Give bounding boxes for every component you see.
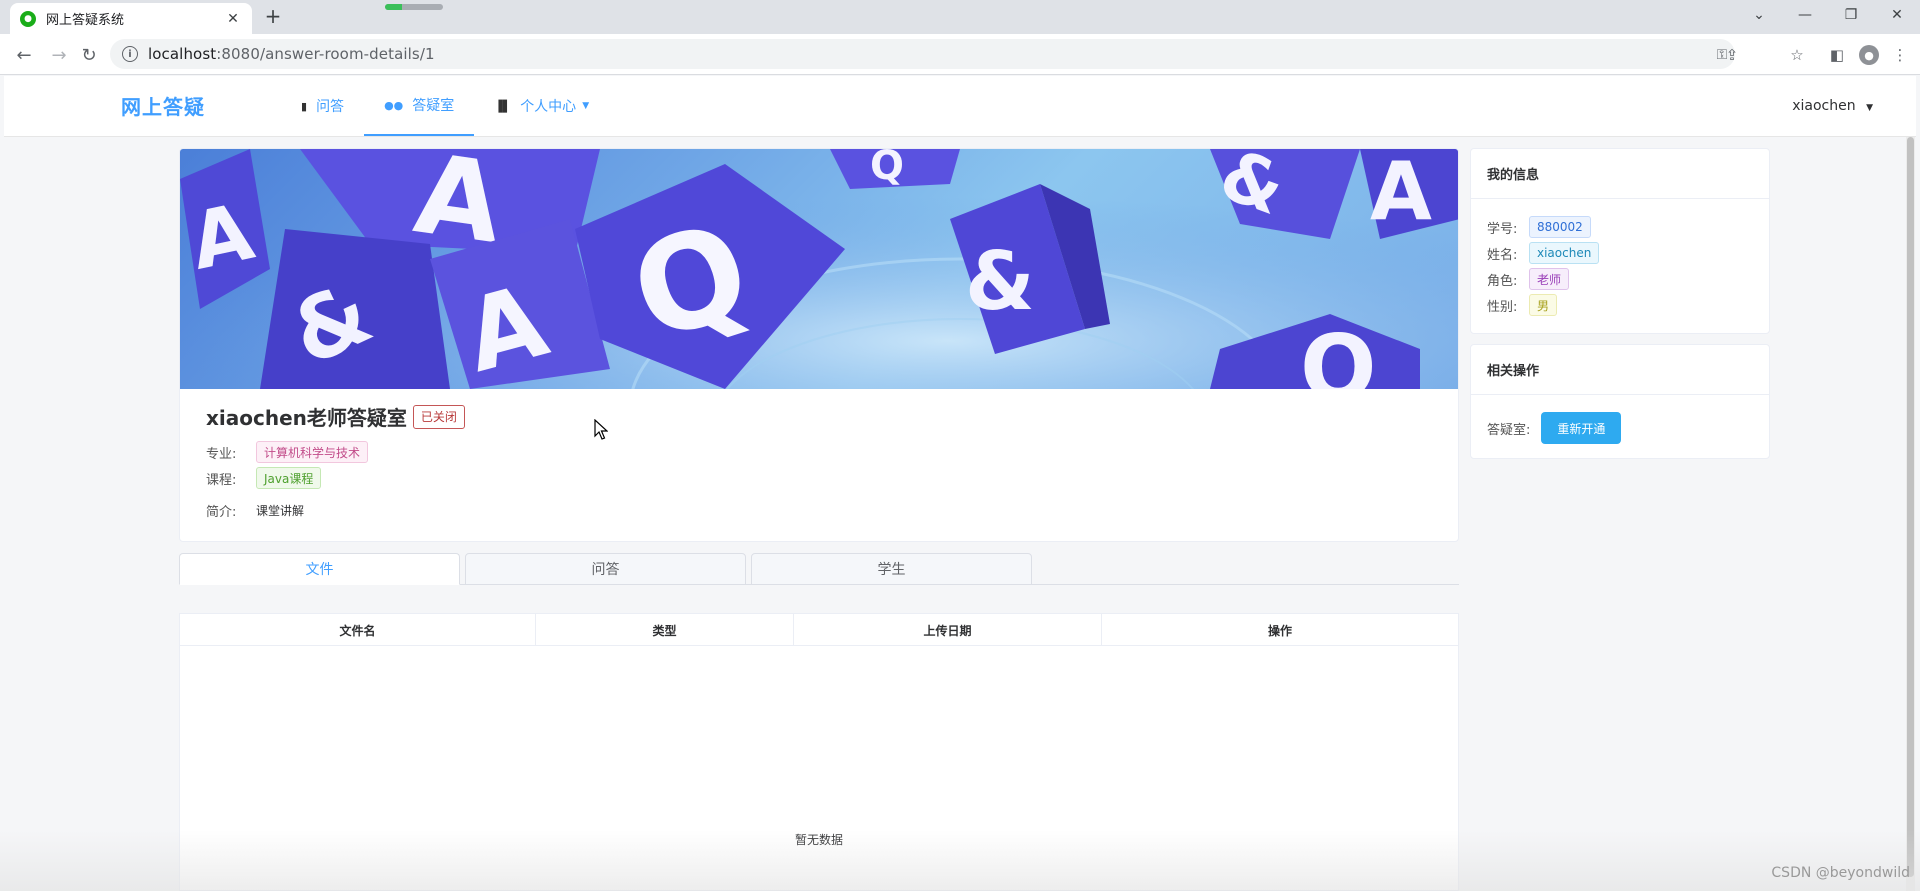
gender-tag: 男 [1529, 294, 1558, 316]
name-label: 姓名: [1487, 247, 1518, 263]
name-tag: xiaochen [1529, 242, 1600, 264]
room-title-row: xiaochen老师答疑室 已关闭 [206, 402, 465, 431]
role-tag: 老师 [1529, 268, 1570, 290]
role-label: 角色: [1487, 273, 1518, 289]
url-text[interactable]: localhost:8080/answer-room-details/1 [148, 45, 435, 63]
tab-students[interactable]: 学生 [751, 553, 1032, 585]
group-icon: ●● [384, 98, 404, 112]
window-controls: ⌄ — ❐ ✕ [1736, 0, 1920, 30]
restore-icon[interactable]: ❐ [1828, 0, 1874, 30]
gender-row: 性别: 男 [1487, 294, 1558, 316]
svg-text:A: A [1370, 149, 1432, 238]
book-icon: ▮ [301, 99, 308, 113]
svg-text:&: & [965, 235, 1035, 328]
major-label: 专业: [206, 446, 237, 462]
course-tag: Java课程 [256, 467, 322, 489]
svg-text:Q: Q [870, 149, 904, 189]
minimize-icon[interactable]: — [1782, 0, 1828, 30]
brand-logo[interactable]: 网上答疑 [121, 91, 205, 120]
bar-chart-icon: ▐▌ [494, 99, 512, 113]
nav-label-personal-center: 个人中心 [520, 99, 577, 115]
profile-icon[interactable]: ● [1857, 43, 1881, 67]
reopen-button[interactable]: 重新开通 [1541, 412, 1622, 444]
student-id-label: 学号: [1487, 221, 1518, 237]
answer-room-label: 答疑室: [1487, 422, 1531, 438]
actions-title: 相关操作 [1471, 345, 1769, 395]
back-icon[interactable]: ← [11, 42, 37, 68]
nav-label-answer-room: 答疑室 [412, 98, 455, 114]
column-header-type[interactable]: 类型 [536, 614, 794, 646]
actions-card: 相关操作 答疑室: 重新开通 [1470, 344, 1770, 459]
column-header-filename[interactable]: 文件名 [180, 614, 536, 646]
nav-item-answer-room[interactable]: ●● 答疑室 [364, 76, 475, 136]
course-label: 课程: [206, 472, 237, 488]
table-header: 文件名 类型 上传日期 操作 [180, 614, 1458, 646]
role-row: 角色: 老师 [1487, 268, 1570, 290]
tab-title: 网上答疑系统 [46, 13, 125, 28]
browser-toolbar: ← → ↻ i localhost:8080/answer-room-detai… [0, 34, 1920, 75]
page-scrollbar[interactable] [1906, 137, 1915, 891]
column-header-actions[interactable]: 操作 [1102, 614, 1458, 646]
close-tab-icon[interactable]: ✕ [224, 10, 242, 28]
column-header-upload-date[interactable]: 上传日期 [794, 614, 1102, 646]
student-id-tag: 880002 [1529, 216, 1591, 238]
answer-room-action-row: 答疑室: 重新开通 [1487, 412, 1622, 444]
chevron-down-icon: ▼ [582, 101, 590, 111]
major-tag: 计算机科学与技术 [256, 441, 369, 463]
scrollbar-thumb[interactable] [1907, 137, 1914, 877]
tab-search-icon[interactable]: ⌄ [1736, 0, 1782, 30]
qa-dice-illustration: A A & A Q Q & & A Q [180, 149, 1458, 389]
user-menu[interactable]: xiaochen ▼ [1792, 98, 1873, 114]
site-info-icon[interactable]: i [122, 46, 138, 62]
room-banner-image: A A & A Q Q & & A Q [180, 149, 1458, 389]
caret-down-icon: ▼ [1866, 103, 1873, 113]
user-name: xiaochen [1792, 98, 1856, 114]
tab-qa[interactable]: 问答 [465, 553, 746, 585]
watermark-text: CSDN @beyondwild [1771, 865, 1910, 881]
side-panel-icon[interactable]: ◧ [1825, 43, 1849, 67]
tab-files[interactable]: 文件 [179, 553, 460, 585]
browser-tabstrip: ● 网上答疑系统 ✕ + ⌄ — ❐ ✕ [0, 0, 1920, 34]
share-icon[interactable]: ⇪ [1720, 43, 1744, 67]
room-card: A A & A Q Q & & A Q xiaochen老师答疑室 已关闭 专业… [179, 148, 1459, 542]
menu-kebab-icon[interactable]: ⋮ [1888, 43, 1912, 67]
app-header: 网上答疑 ▮ 问答 ●● 答疑室 ▐▌ 个人中心 ▼ xiaochen ▼ [4, 76, 1916, 137]
student-id-row: 学号: 880002 [1487, 216, 1591, 238]
reload-icon[interactable]: ↻ [76, 42, 102, 68]
name-row: 姓名: xiaochen [1487, 242, 1600, 264]
loading-progress-fill [385, 4, 403, 10]
intro-label: 简介: [206, 505, 237, 520]
main-nav: ▮ 问答 ●● 答疑室 ▐▌ 个人中心 ▼ [281, 76, 610, 137]
address-bar[interactable]: i localhost:8080/answer-room-details/1 ⚿… [110, 39, 1735, 69]
intro-row: 简介: 课堂讲解 [206, 501, 304, 520]
mouse-cursor-icon [594, 419, 608, 440]
new-tab-icon[interactable]: + [262, 5, 284, 27]
file-table: 文件名 类型 上传日期 操作 暂无数据 [179, 613, 1459, 891]
url-path: :8080/answer-room-details/1 [216, 45, 435, 63]
bookmark-star-icon[interactable]: ☆ [1785, 43, 1809, 67]
wechat-favicon-icon: ● [20, 10, 36, 27]
url-host: localhost [148, 45, 217, 63]
major-row: 专业: 计算机科学与技术 [206, 441, 369, 463]
loading-progress-bar [385, 4, 443, 10]
svg-text:Q: Q [1300, 316, 1377, 389]
my-info-card: 我的信息 学号: 880002 姓名: xiaochen 角色: 老师 性别: … [1470, 148, 1770, 334]
content-tabs: 文件 问答 学生 [179, 553, 1459, 585]
nav-item-personal-center[interactable]: ▐▌ 个人中心 ▼ [474, 76, 609, 136]
nav-item-qa[interactable]: ▮ 问答 [281, 76, 364, 136]
browser-tab[interactable]: ● 网上答疑系统 ✕ [10, 3, 252, 34]
close-window-icon[interactable]: ✕ [1874, 0, 1920, 30]
status-badge: 已关闭 [412, 404, 465, 429]
my-info-title: 我的信息 [1471, 149, 1769, 199]
room-title: xiaochen老师答疑室 [206, 406, 407, 430]
nav-label-qa: 问答 [316, 99, 345, 115]
empty-state-text: 暂无数据 [794, 833, 843, 847]
forward-icon[interactable]: → [46, 42, 72, 68]
gender-label: 性别: [1487, 299, 1518, 315]
avatar: ● [1859, 45, 1879, 65]
course-row: 课程: Java课程 [206, 467, 322, 489]
intro-text: 课堂讲解 [256, 504, 305, 518]
